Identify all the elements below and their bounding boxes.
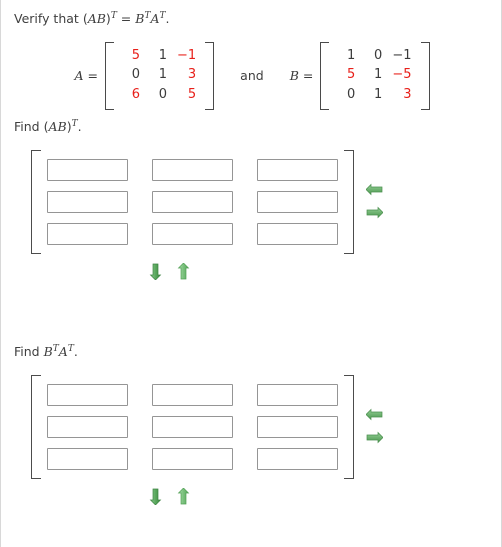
matrix-a-cell-0-1: 1	[158, 47, 167, 63]
matrix-b-cell-0-0: 1	[347, 47, 356, 63]
answer-1-row-controls	[111, 263, 231, 280]
matrix-b-cell-1-2: −5	[392, 67, 412, 83]
answer-matrix-row-1	[31, 150, 383, 254]
answer-1-cell-1-1[interactable]	[152, 191, 233, 213]
add-row-arrow-up-icon[interactable]	[177, 488, 194, 505]
answer-2-cell-2-1[interactable]	[152, 448, 233, 470]
matrix-a-cell-1-2: 3	[187, 67, 197, 83]
matrix-a-cell-2-0: 6	[131, 87, 140, 103]
add-column-arrow-right-icon[interactable]	[366, 431, 383, 447]
answer-matrix-widget-2	[31, 375, 383, 505]
answer-1-cell-0-2[interactable]	[257, 159, 338, 181]
given-matrices: A = 5 1 −1 0 1 3 6 0 5 and B = 1 0 −1 5 …	[1, 42, 502, 110]
find-word-2: Find BTAT.	[14, 343, 78, 359]
matrix-a-cell-0-0: 5	[131, 47, 140, 63]
answer-2-cell-2-2[interactable]	[257, 448, 338, 470]
matrix-b-cell-0-1: 0	[374, 47, 383, 63]
answer-2-left-bracket	[31, 375, 41, 479]
matrix-b-left-bracket	[320, 42, 330, 110]
add-column-arrow-right-icon[interactable]	[366, 206, 383, 222]
matrix-a-left-bracket	[104, 42, 114, 110]
answer-2-right-bracket	[344, 375, 354, 479]
matrix-b-right-bracket	[420, 42, 430, 110]
matrix-a-grid: 5 1 −1 0 1 3 6 0 5	[114, 42, 205, 110]
matrix-a-label: A =	[74, 68, 98, 84]
prompt-expression: (AB)T = BTAT.	[82, 10, 170, 26]
answer-1-cell-2-2[interactable]	[257, 223, 338, 245]
matrix-b-cell-2-2: 3	[403, 87, 412, 103]
answer-2-column-controls	[366, 375, 383, 479]
answer-1-column-controls	[366, 150, 383, 254]
matrix-a: 5 1 −1 0 1 3 6 0 5	[104, 42, 215, 110]
remove-column-arrow-left-icon[interactable]	[366, 408, 383, 424]
answer-1-left-bracket	[31, 150, 41, 254]
answer-2-inputs-grid	[41, 375, 344, 479]
answer-1-inputs-grid	[41, 150, 344, 254]
matrix-b-cell-2-1: 1	[374, 87, 383, 103]
matrix-a-cell-0-2: −1	[176, 47, 197, 63]
answer-matrix-row-2	[31, 375, 383, 479]
matrix-b-cell-1-1: 1	[374, 67, 383, 83]
matrix-b-grid: 1 0 −1 5 1 −5 0 1 3	[329, 42, 420, 110]
answer-2-cell-1-0[interactable]	[47, 416, 128, 438]
answer-2-cell-0-2[interactable]	[257, 384, 338, 406]
matrix-a-cell-2-1: 0	[158, 87, 167, 103]
answer-2-cell-1-1[interactable]	[152, 416, 233, 438]
matrix-a-cell-1-1: 1	[158, 67, 167, 83]
matrix-b-cell-0-2: −1	[392, 47, 412, 63]
answer-2-cell-0-1[interactable]	[152, 384, 233, 406]
worksheet-page: Verify that (AB)T = BTAT. A = 5 1 −1 0 1…	[0, 0, 502, 547]
matrix-b-cell-2-0: 0	[347, 87, 356, 103]
prompt-lead: Verify that	[14, 11, 79, 26]
remove-row-arrow-down-icon[interactable]	[149, 488, 166, 505]
answer-1-cell-1-2[interactable]	[257, 191, 338, 213]
matrix-b: 1 0 −1 5 1 −5 0 1 3	[320, 42, 430, 110]
answer-2-row-controls	[111, 488, 231, 505]
answer-1-cell-0-0[interactable]	[47, 159, 128, 181]
matrix-b-label: B =	[289, 68, 314, 84]
matrix-a-cell-1-0: 0	[131, 67, 140, 83]
question-prompt: Verify that (AB)T = BTAT.	[14, 11, 169, 26]
find-word-1: Find (AB)T.	[14, 118, 82, 134]
answer-1-cell-2-0[interactable]	[47, 223, 128, 245]
answer-matrix-widget-1	[31, 150, 383, 280]
answer-2-cell-0-0[interactable]	[47, 384, 128, 406]
answer-1-right-bracket	[344, 150, 354, 254]
answer-1-cell-2-1[interactable]	[152, 223, 233, 245]
matrix-b-cell-1-0: 5	[347, 67, 356, 83]
answer-2-cell-2-0[interactable]	[47, 448, 128, 470]
remove-column-arrow-left-icon[interactable]	[366, 183, 383, 199]
find-bt-at-label: Find BTAT.	[14, 344, 78, 359]
remove-row-arrow-down-icon[interactable]	[149, 263, 166, 280]
answer-2-cell-1-2[interactable]	[257, 416, 338, 438]
matrix-a-right-bracket	[205, 42, 215, 110]
answer-1-cell-0-1[interactable]	[152, 159, 233, 181]
answer-1-cell-1-0[interactable]	[47, 191, 128, 213]
find-ab-transpose-label: Find (AB)T.	[14, 119, 82, 134]
matrix-a-cell-2-2: 5	[187, 87, 197, 103]
and-conjunction: and	[240, 68, 264, 84]
add-row-arrow-up-icon[interactable]	[177, 263, 194, 280]
